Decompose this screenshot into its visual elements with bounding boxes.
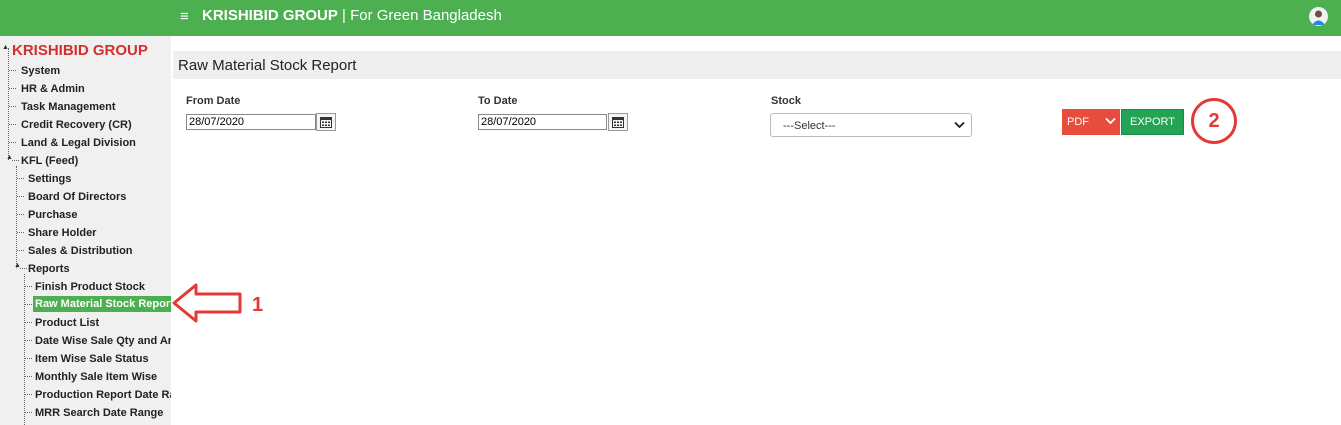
stock-label: Stock bbox=[771, 95, 801, 107]
hamburger-menu-icon[interactable]: ≡ bbox=[180, 9, 189, 24]
sidebar-item-task-management[interactable]: Task Management bbox=[21, 100, 116, 114]
sidebar-item-finish-product-stock[interactable]: Finish Product Stock bbox=[35, 280, 145, 294]
sidebar-item-product-list[interactable]: Product List bbox=[35, 316, 99, 330]
brand-tagline: | For Green Bangladesh bbox=[337, 7, 502, 24]
sidebar-item-credit-recovery[interactable]: Credit Recovery (CR) bbox=[21, 118, 132, 132]
calendar-icon bbox=[320, 117, 332, 128]
stock-select[interactable]: ---Select--- bbox=[770, 113, 972, 137]
sidebar-item-purchase[interactable]: Purchase bbox=[28, 208, 78, 222]
format-select-value: PDF bbox=[1067, 116, 1089, 128]
sidebar-item-raw-material-stock-report[interactable]: Raw Material Stock Report bbox=[33, 296, 171, 312]
from-date-field[interactable] bbox=[186, 114, 316, 130]
chevron-down-icon bbox=[1105, 117, 1116, 125]
user-avatar[interactable] bbox=[1309, 7, 1328, 26]
annotation-marker-1: 1 bbox=[252, 294, 264, 316]
sidebar-item-monthly-sale-item-wise[interactable]: Monthly Sale Item Wise bbox=[35, 370, 157, 384]
from-date-calendar-button[interactable] bbox=[316, 113, 336, 131]
to-date-calendar-button[interactable] bbox=[608, 113, 628, 131]
sidebar-item-land-legal[interactable]: Land & Legal Division bbox=[21, 136, 136, 150]
sidebar-item-item-wise-sale-status[interactable]: Item Wise Sale Status bbox=[35, 352, 149, 366]
sidebar-item-kfl-feed[interactable]: KFL (Feed) bbox=[21, 154, 78, 168]
stock-select-value: ---Select--- bbox=[783, 120, 836, 132]
sidebar-item-sales-distribution[interactable]: Sales & Distribution bbox=[28, 244, 133, 258]
annotation-arrow-icon bbox=[172, 283, 242, 323]
sidebar-item-share-holder[interactable]: Share Holder bbox=[28, 226, 96, 240]
sidebar-item-production-report[interactable]: Production Report Date Ra bbox=[35, 388, 171, 402]
tree-collapse-icon[interactable]: ▲ bbox=[2, 44, 9, 51]
sidebar-tree: ▲ KRISHIBID GROUP System HR & Admin Task… bbox=[0, 36, 171, 425]
sidebar-item-board-of-directors[interactable]: Board Of Directors bbox=[28, 190, 126, 204]
calendar-icon bbox=[612, 117, 624, 128]
export-button[interactable]: EXPORT bbox=[1121, 109, 1184, 135]
sidebar-item-mrr-search[interactable]: MRR Search Date Range bbox=[35, 406, 163, 420]
sidebar-item-settings[interactable]: Settings bbox=[28, 172, 71, 186]
chevron-down-icon bbox=[954, 121, 965, 129]
sidebar-item-hr-admin[interactable]: HR & Admin bbox=[21, 82, 85, 96]
top-navbar: ≡ KRISHIBID GROUP | For Green Bangladesh bbox=[0, 0, 1341, 36]
to-date-label: To Date bbox=[478, 95, 518, 107]
sidebar-item-system[interactable]: System bbox=[21, 64, 60, 78]
sidebar-item-date-wise-sale[interactable]: Date Wise Sale Qty and Am bbox=[35, 334, 171, 348]
page-title: Raw Material Stock Report bbox=[178, 57, 357, 74]
brand-name: KRISHIBID GROUP bbox=[202, 7, 338, 24]
annotation-marker-2: 2 bbox=[1191, 98, 1237, 144]
to-date-field[interactable] bbox=[478, 114, 607, 130]
brand-title: KRISHIBID GROUP | For Green Bangladesh bbox=[202, 7, 502, 25]
from-date-label: From Date bbox=[186, 95, 241, 107]
format-select[interactable]: PDF bbox=[1062, 109, 1120, 135]
report-header: Raw Material Stock Report bbox=[173, 51, 1341, 79]
sidebar-item-reports[interactable]: Reports bbox=[28, 262, 70, 276]
tree-root-krishibid-group[interactable]: KRISHIBID GROUP bbox=[12, 42, 148, 59]
